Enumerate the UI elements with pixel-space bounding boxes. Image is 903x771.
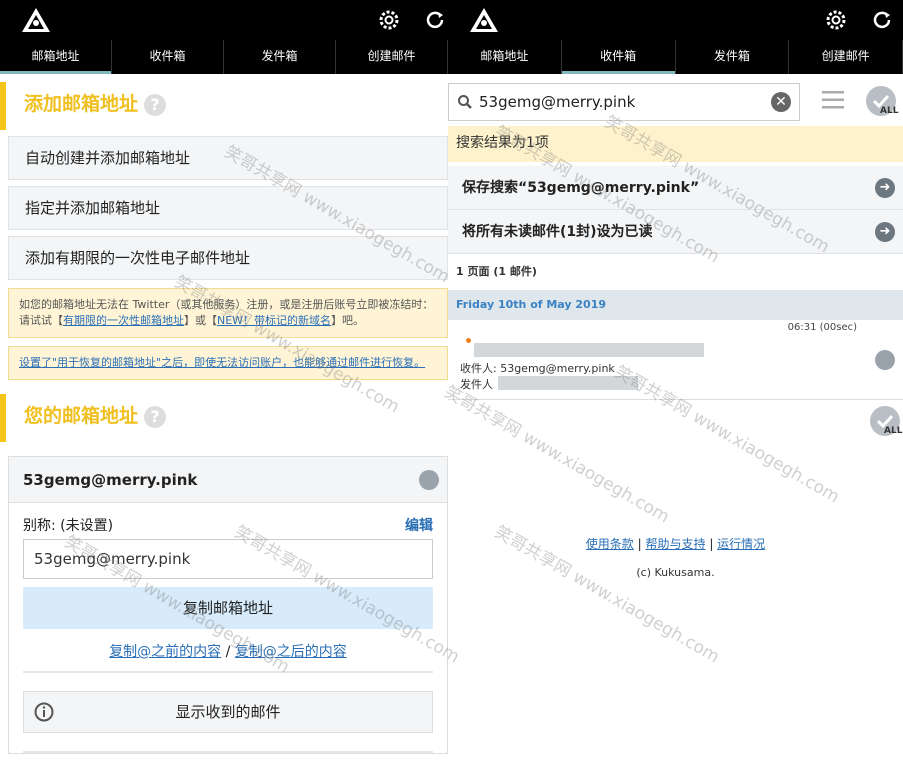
help-icon[interactable]: ? bbox=[144, 93, 167, 116]
top-bar bbox=[0, 0, 448, 40]
specify-create-button[interactable]: 指定并添加邮箱地址 bbox=[8, 186, 448, 230]
nav-tabs: 邮箱地址 收件箱 发件箱 创建邮件 bbox=[448, 40, 903, 74]
alias-row: 别称: (未设置) 编辑 bbox=[9, 503, 447, 535]
copy-address-button[interactable]: 复制邮箱地址 bbox=[23, 587, 433, 629]
help-link[interactable]: 帮助与支持 bbox=[645, 537, 705, 551]
edit-link[interactable]: 编辑 bbox=[405, 515, 433, 535]
tab-addresses[interactable]: 邮箱地址 bbox=[448, 40, 562, 74]
right-pane: 邮箱地址 收件箱 发件箱 创建邮件 53gemg@merry.pink ✕ AL… bbox=[448, 0, 903, 771]
show-received-button[interactable]: 显示收到的邮件 bbox=[23, 691, 433, 733]
search-input[interactable]: 53gemg@merry.pink bbox=[479, 93, 635, 111]
mail-subject-blurred bbox=[474, 343, 704, 357]
address-text: 53gemg@merry.pink bbox=[23, 471, 198, 489]
mail-from-blurred bbox=[498, 376, 638, 390]
tab-outbox[interactable]: 发件箱 bbox=[224, 40, 336, 74]
refresh-icon[interactable] bbox=[424, 9, 446, 31]
date-header: Friday 10th of May 2019 bbox=[448, 290, 903, 320]
save-search-row[interactable]: 保存搜索“53gemg@merry.pink” ➜ bbox=[448, 166, 903, 210]
disposable-address-button[interactable]: 添加有期限的一次性电子邮件地址 bbox=[8, 236, 448, 280]
mail-to: 收件人: 53gemg@merry.pink bbox=[460, 362, 615, 375]
tab-inbox[interactable]: 收件箱 bbox=[561, 40, 676, 74]
address-card-header[interactable]: 53gemg@merry.pink bbox=[9, 457, 447, 503]
copyright: (c) Kukusama. bbox=[636, 566, 715, 579]
search-icon bbox=[458, 95, 472, 109]
top-bar bbox=[448, 0, 903, 40]
address-input[interactable]: 53gemg@merry.pink bbox=[23, 539, 433, 579]
tab-compose[interactable]: 创建邮件 bbox=[789, 40, 903, 74]
add-address-section-title: 添加邮箱地址? bbox=[0, 82, 448, 130]
unread-dot-icon bbox=[466, 338, 471, 343]
result-banner: 搜索结果为1项 bbox=[448, 126, 903, 162]
address-card: 53gemg@merry.pink 别称: (未设置) 编辑 53gemg@me… bbox=[8, 456, 448, 754]
mail-from-label: 发件人 bbox=[460, 378, 493, 391]
separator: | bbox=[705, 537, 718, 551]
tab-compose[interactable]: 创建邮件 bbox=[336, 40, 448, 74]
divider bbox=[23, 733, 433, 753]
tab-inbox[interactable]: 收件箱 bbox=[112, 40, 224, 74]
arrow-right-icon: ➜ bbox=[875, 178, 895, 198]
page-info: 1 页面 (1 邮件) bbox=[456, 265, 537, 278]
left-pane: 邮箱地址 收件箱 发件箱 创建邮件 添加邮箱地址? 自动创建并添加邮箱地址 指定… bbox=[0, 0, 448, 771]
gear-icon[interactable] bbox=[378, 9, 400, 31]
alias-label: 别称: (未设置) bbox=[23, 518, 114, 534]
note-text: 】吧。 bbox=[331, 314, 365, 327]
arrow-right-icon: ➜ bbox=[875, 222, 895, 242]
copy-parts-row: 复制@之前的内容 / 复制@之后的内容 bbox=[23, 629, 433, 673]
clear-search-icon[interactable]: ✕ bbox=[771, 92, 791, 112]
help-icon[interactable]: ? bbox=[144, 405, 167, 428]
save-search-label: 保存搜索“53gemg@merry.pink” bbox=[462, 180, 700, 196]
mark-read-label: 将所有未读邮件(1封)设为已读 bbox=[462, 224, 653, 240]
terms-link[interactable]: 使用条款 bbox=[586, 537, 634, 551]
copy-before-at-link[interactable]: 复制@之前的内容 bbox=[109, 644, 221, 660]
refresh-icon[interactable] bbox=[871, 9, 893, 31]
copy-after-at-link[interactable]: 复制@之后的内容 bbox=[235, 644, 347, 660]
tab-addresses[interactable]: 邮箱地址 bbox=[0, 40, 112, 74]
all-label: ALL bbox=[880, 106, 899, 116]
mail-time: 06:31 (00sec) bbox=[787, 322, 857, 333]
footer-links: 使用条款 | 帮助与支持 | 运行情况 bbox=[448, 535, 903, 552]
gear-icon[interactable] bbox=[825, 9, 847, 31]
all-label: ALL bbox=[884, 426, 903, 436]
status-dot-icon[interactable] bbox=[419, 470, 439, 490]
nav-tabs: 邮箱地址 收件箱 发件箱 创建邮件 bbox=[0, 40, 448, 74]
recovery-note: 设置了"用于恢复的邮箱地址"之后，即使无法访问账户，也能够通过邮件进行恢复。 bbox=[8, 346, 448, 380]
auto-create-button[interactable]: 自动创建并添加邮箱地址 bbox=[8, 136, 448, 180]
separator: / bbox=[221, 644, 235, 660]
disposable-link[interactable]: 有期限的一次性邮箱地址 bbox=[63, 314, 184, 327]
section-title-text: 添加邮箱地址 bbox=[24, 93, 139, 115]
twitter-note: 如您的邮箱地址无法在 Twitter（或其他服务）注册，或是注册后账号立即被冻结… bbox=[8, 288, 448, 338]
show-received-label: 显示收到的邮件 bbox=[175, 703, 281, 721]
recycle-logo-icon[interactable] bbox=[20, 6, 52, 34]
status-link[interactable]: 运行情况 bbox=[717, 537, 765, 551]
note-text: 】或【 bbox=[184, 314, 217, 327]
new-domain-link[interactable]: NEW！带标记的新域名 bbox=[217, 314, 331, 327]
mark-read-row[interactable]: 将所有未读邮件(1封)设为已读 ➜ bbox=[448, 210, 903, 254]
search-box[interactable]: 53gemg@merry.pink ✕ bbox=[448, 83, 800, 121]
separator: | bbox=[633, 537, 646, 551]
tab-outbox[interactable]: 发件箱 bbox=[676, 40, 790, 74]
menu-icon[interactable] bbox=[822, 90, 844, 110]
recycle-logo-icon[interactable] bbox=[468, 6, 500, 34]
section-title-text: 您的邮箱地址 bbox=[24, 405, 139, 427]
recovery-link[interactable]: 设置了"用于恢复的邮箱地址"之后，即使无法访问账户，也能够通过邮件进行恢复。 bbox=[19, 356, 425, 369]
select-mail-dot-icon[interactable] bbox=[875, 350, 895, 370]
info-icon bbox=[34, 702, 54, 722]
mail-row[interactable]: 06:31 (00sec) 收件人: 53gemg@merry.pink 发件人 bbox=[448, 320, 903, 400]
your-address-section-title: 您的邮箱地址? bbox=[0, 394, 448, 442]
